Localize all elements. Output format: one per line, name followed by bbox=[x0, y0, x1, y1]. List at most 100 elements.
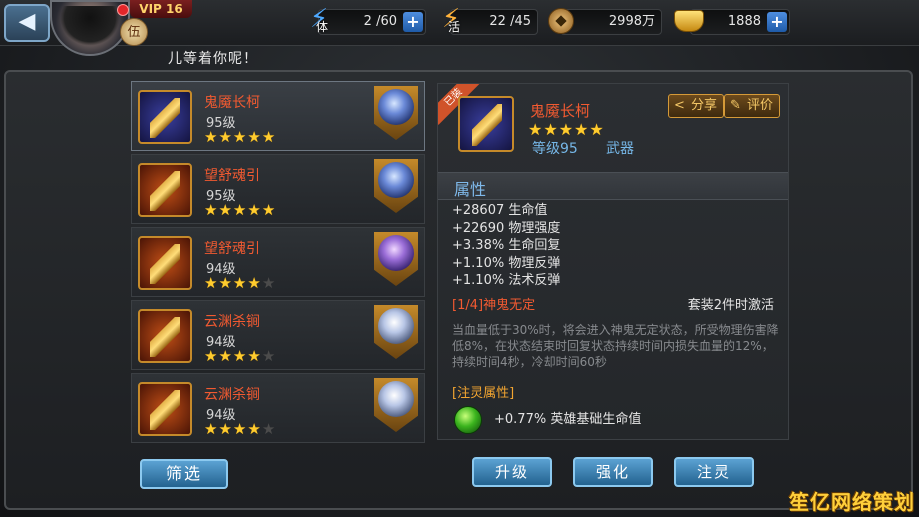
star-icon: ★ bbox=[528, 120, 544, 139]
attributes-header: 属性 bbox=[438, 172, 788, 200]
gold-counter: 1888 + bbox=[690, 9, 790, 35]
hero-face bbox=[378, 162, 414, 198]
attribute-row: +22690 物理强度 bbox=[452, 220, 561, 236]
star-icon: ★ bbox=[204, 347, 219, 365]
star-icon: ★ bbox=[247, 420, 262, 438]
spirit-attribute-title: [注灵属性] bbox=[452, 386, 515, 401]
coin-value: 2998万 bbox=[608, 14, 655, 29]
star-icon: ★ bbox=[232, 420, 248, 438]
item-name: 望舒魂引 bbox=[204, 168, 260, 184]
item-name: 云渊杀锏 bbox=[204, 387, 260, 403]
star-icon: ★ bbox=[204, 420, 219, 438]
stamina-lightning-icon: ⚡ 体 bbox=[309, 4, 329, 34]
review-button[interactable]: ✎ 评价 bbox=[724, 94, 781, 118]
list-item[interactable]: 云渊杀锏 94级 ★★★★★ bbox=[131, 373, 425, 443]
detail-weapon-thumbnail bbox=[458, 96, 514, 152]
infuse-button[interactable]: 注灵 bbox=[674, 457, 754, 487]
gold-plus-button[interactable]: + bbox=[767, 12, 787, 32]
weapon-thumbnail bbox=[138, 163, 192, 217]
energy-lightning-icon: ⚡ 活 bbox=[441, 4, 461, 34]
star-icon: ★ bbox=[247, 347, 262, 365]
star-icon: ★ bbox=[204, 201, 219, 219]
stamina-value: 2 /60 bbox=[363, 14, 397, 29]
star-icon: ★ bbox=[558, 120, 575, 139]
hero-portrait bbox=[374, 232, 418, 286]
star-icon: ★ bbox=[204, 128, 219, 146]
attributes-title: 属性 bbox=[454, 180, 487, 199]
watermark-logo: 笙亿网络策划 bbox=[789, 490, 915, 514]
upgrade-button[interactable]: 升级 bbox=[472, 457, 552, 487]
stamina-counter: 2 /60 + bbox=[318, 9, 426, 35]
copper-coin-icon bbox=[548, 8, 574, 34]
hero-portrait bbox=[374, 86, 418, 140]
item-name: 望舒魂引 bbox=[204, 241, 260, 257]
gold-ingot-icon bbox=[674, 10, 704, 32]
edit-icon: ✎ bbox=[730, 98, 741, 113]
share-icon: < bbox=[674, 98, 685, 113]
share-label: 分享 bbox=[691, 98, 718, 113]
star-icon: ★ bbox=[247, 201, 262, 219]
filter-button[interactable]: 筛选 bbox=[140, 459, 228, 489]
attribute-row: +1.10% 法术反弹 bbox=[452, 273, 561, 288]
set-bonus-status: 套装2件时激活 bbox=[687, 298, 774, 313]
weapon-thumbnail bbox=[138, 236, 192, 290]
rank-badge: 伍 bbox=[120, 18, 148, 46]
marquee-text: 儿等着你呢！ bbox=[168, 51, 258, 67]
attribute-row: +28607 生命值 bbox=[452, 203, 548, 218]
attribute-row: +3.38% 生命回复 bbox=[452, 238, 561, 253]
game-screen: ◀ VIP 16 伍 2 /60 + ⚡ 体 22 /45 ⚡ 活 2998万 bbox=[0, 0, 919, 517]
set-bonus-title: [1/4]神鬼无定 bbox=[452, 298, 536, 313]
weapon-icon bbox=[150, 171, 180, 211]
detail-level: 等级95 bbox=[532, 141, 578, 157]
stamina-plus-button[interactable]: + bbox=[403, 12, 423, 32]
weapon-icon bbox=[472, 104, 502, 146]
equipment-list: 鬼魇长柯 95级 ★★★★★ 望舒魂引 95级 ★★★★★ 望舒魂引 94级 ★… bbox=[131, 81, 427, 443]
item-name: 鬼魇长柯 bbox=[204, 95, 260, 111]
enhance-button[interactable]: 强化 bbox=[573, 457, 653, 487]
weapon-icon bbox=[150, 98, 180, 138]
star-icon: ★ bbox=[261, 201, 277, 219]
hero-face bbox=[378, 308, 414, 344]
detail-name: 鬼魇长柯 bbox=[530, 102, 591, 120]
star-empty-icon: ★ bbox=[261, 420, 277, 438]
hero-face bbox=[378, 381, 414, 417]
star-icon: ★ bbox=[589, 120, 605, 139]
star-rating: ★★★★★ bbox=[204, 349, 276, 364]
weapon-icon bbox=[150, 317, 180, 357]
list-item[interactable]: 云渊杀锏 94级 ★★★★★ bbox=[131, 300, 425, 370]
list-item[interactable]: 望舒魂引 94级 ★★★★★ bbox=[131, 227, 425, 297]
star-icon: ★ bbox=[232, 201, 248, 219]
weapon-icon bbox=[150, 244, 180, 284]
star-icon: ★ bbox=[218, 420, 233, 438]
energy-caption: 活 bbox=[448, 20, 461, 34]
review-label: 评价 bbox=[747, 98, 774, 113]
star-icon: ★ bbox=[261, 128, 277, 146]
top-bar: ◀ VIP 16 伍 2 /60 + ⚡ 体 22 /45 ⚡ 活 2998万 bbox=[0, 0, 919, 56]
spirit-attribute-value: +0.77% 英雄基础生命值 bbox=[494, 412, 642, 427]
vip-badge[interactable]: VIP 16 bbox=[130, 0, 192, 18]
hero-portrait bbox=[374, 305, 418, 359]
notification-dot bbox=[117, 4, 129, 16]
hero-face bbox=[378, 235, 414, 271]
star-empty-icon: ★ bbox=[261, 347, 277, 365]
hero-portrait bbox=[374, 159, 418, 213]
back-button[interactable]: ◀ bbox=[4, 4, 50, 42]
star-icon: ★ bbox=[247, 274, 262, 292]
hero-portrait bbox=[374, 378, 418, 432]
star-icon: ★ bbox=[204, 274, 219, 292]
weapon-thumbnail bbox=[138, 90, 192, 144]
energy-value: 22 /45 bbox=[489, 14, 531, 29]
star-rating: ★★★★★ bbox=[204, 422, 276, 437]
list-item[interactable]: 望舒魂引 95级 ★★★★★ bbox=[131, 154, 425, 224]
detail-type: 武器 bbox=[606, 141, 634, 157]
star-icon: ★ bbox=[543, 120, 559, 139]
back-arrow-icon: ◀ bbox=[18, 9, 36, 34]
star-rating: ★★★★★ bbox=[204, 203, 276, 218]
share-button[interactable]: < 分享 bbox=[668, 94, 725, 118]
list-item[interactable]: 鬼魇长柯 95级 ★★★★★ bbox=[131, 81, 425, 151]
weapon-icon bbox=[150, 390, 180, 430]
star-icon: ★ bbox=[218, 201, 233, 219]
star-empty-icon: ★ bbox=[261, 274, 277, 292]
detail-star-rating: ★★★★★ bbox=[528, 120, 605, 139]
item-name: 云渊杀锏 bbox=[204, 314, 260, 330]
